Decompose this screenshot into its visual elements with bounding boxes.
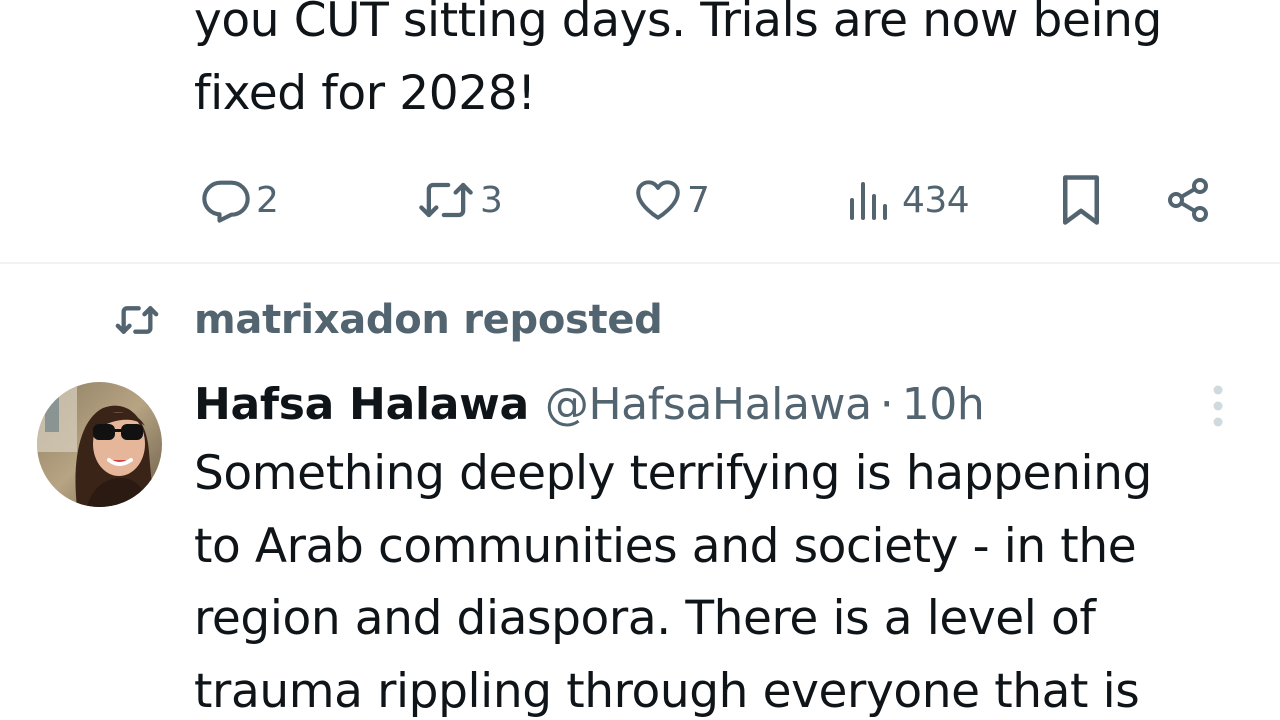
- reply-button[interactable]: 2: [200, 170, 279, 230]
- tweet-divider: [0, 262, 1280, 264]
- separator-dot: ·: [879, 378, 894, 430]
- repost-button[interactable]: 3: [416, 170, 503, 230]
- more-options-button[interactable]: [1198, 384, 1238, 432]
- heart-icon: [633, 175, 683, 225]
- tweet-text-line: trauma rippling through everyone that is: [194, 663, 1140, 719]
- previous-tweet-text: you CUT sitting days. Trials are now bei…: [194, 0, 1264, 130]
- reply-icon: [200, 174, 252, 226]
- display-name[interactable]: Hafsa Halawa: [194, 379, 529, 430]
- repost-count: 3: [480, 179, 503, 221]
- reply-count: 2: [256, 179, 279, 221]
- views-count: 434: [902, 179, 970, 221]
- tweet-text-line: region and diaspora. There is a level of: [194, 591, 1096, 646]
- views-button[interactable]: 434: [844, 170, 970, 230]
- share-icon: [1164, 175, 1212, 225]
- tweet-text-line: fixed for 2028!: [194, 66, 536, 121]
- tweet-header: Hafsa Halawa @HafsaHalawa · 10h: [194, 372, 985, 436]
- like-button[interactable]: 7: [633, 170, 710, 230]
- like-count: 7: [687, 179, 710, 221]
- more-vertical-icon: [1211, 384, 1225, 432]
- tweet-action-bar: 2 3 7 434: [196, 170, 1226, 230]
- avatar[interactable]: [37, 382, 162, 507]
- tweet-text-line: to Arab communities and society - in the: [194, 518, 1137, 574]
- bookmark-icon: [1058, 173, 1104, 227]
- share-button[interactable]: [1164, 170, 1212, 230]
- avatar-photo: [37, 382, 162, 507]
- user-handle[interactable]: @HafsaHalawa: [545, 379, 872, 430]
- tweet-text-line: Something deeply terrifying is happening: [194, 446, 1152, 501]
- timeline: you CUT sitting days. Trials are now bei…: [0, 0, 1280, 720]
- tweet-text-line: you CUT sitting days. Trials are now bei…: [194, 0, 1162, 48]
- repost-icon: [112, 300, 162, 340]
- bookmark-button[interactable]: [1058, 170, 1104, 230]
- repost-context-label: matrixadon reposted: [194, 297, 663, 343]
- timestamp[interactable]: 10h: [902, 379, 985, 430]
- repost-icon: [416, 174, 476, 226]
- tweet-text: Something deeply terrifying is happening…: [194, 438, 1274, 720]
- views-chart-icon: [844, 175, 892, 225]
- repost-context[interactable]: matrixadon reposted: [112, 292, 663, 348]
